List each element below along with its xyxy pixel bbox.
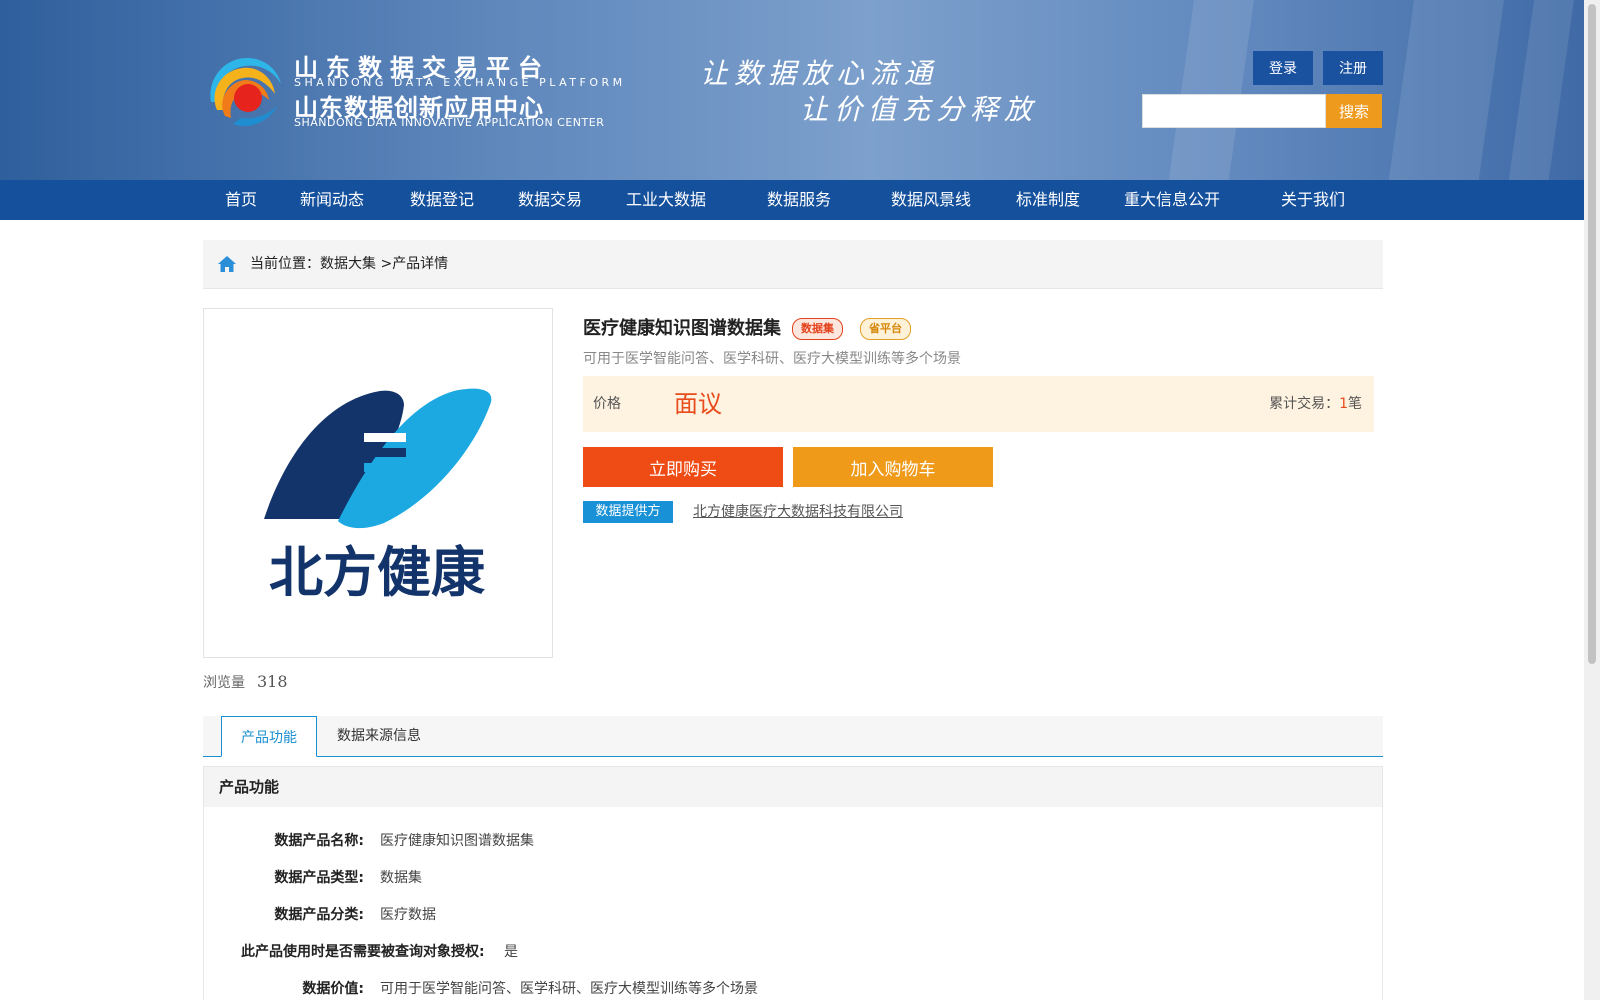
search-button[interactable]: 搜索 xyxy=(1326,94,1382,128)
badge-province-platform: 省平台 xyxy=(860,318,911,340)
provider-logo-icon: 北方健康 xyxy=(264,388,492,604)
product-subtitle: 可用于医学智能问答、医学科研、医疗大模型训练等多个场景 xyxy=(583,351,961,367)
price-box: 价格 面议 累计交易：1笔 xyxy=(583,376,1374,432)
logo-subtitle-en: SHANDONG DATA INNOVATIVE APPLICATION CEN… xyxy=(294,116,605,129)
page: 山东数据交易平台 SHANDONG DATA EXCHANGE PLATFORM… xyxy=(0,0,1584,1000)
header-banner: 山东数据交易平台 SHANDONG DATA EXCHANGE PLATFORM… xyxy=(0,0,1584,180)
info-row-name: 数据产品名称: 医疗健康知识图谱数据集 xyxy=(204,829,1382,853)
page-scrollbar[interactable] xyxy=(1584,0,1600,1000)
platform-logo-icon[interactable] xyxy=(203,50,283,130)
view-count: 浏览量 318 xyxy=(203,672,288,692)
info-row-category: 数据产品分类: 医疗数据 xyxy=(204,903,1382,927)
nav-item-registration[interactable]: 数据登记 xyxy=(410,180,474,220)
trade-count-value: 1 xyxy=(1339,396,1348,412)
info-row-authorization: 此产品使用时是否需要被查询对象授权: 是 xyxy=(204,940,1382,964)
nav-item-trading[interactable]: 数据交易 xyxy=(518,180,582,220)
info-key: 数据产品类型: xyxy=(274,870,364,886)
home-icon xyxy=(218,256,236,272)
tab-data-source[interactable]: 数据来源信息 xyxy=(337,716,421,756)
info-key: 数据价值: xyxy=(302,981,364,997)
trade-count-label: 累计交易： xyxy=(1269,396,1340,412)
nav-item-home[interactable]: 首页 xyxy=(225,180,257,220)
breadcrumb-current: 产品详情 xyxy=(392,256,449,272)
tab-product-function[interactable]: 产品功能 xyxy=(221,716,317,757)
banner-streak xyxy=(1380,0,1510,180)
slogan-line-1: 让数据放心流通 xyxy=(700,57,939,90)
info-value: 医疗数据 xyxy=(380,907,436,923)
view-count-value: 318 xyxy=(257,672,288,691)
slogan-line-2: 让价值充分释放 xyxy=(800,93,1039,126)
product-function-panel: 产品功能 数据产品名称: 医疗健康知识图谱数据集 数据产品类型: 数据集 数据产… xyxy=(203,766,1383,1000)
product-image: 北方健康 xyxy=(203,308,553,658)
search-input[interactable] xyxy=(1142,94,1326,128)
add-to-cart-button[interactable]: 加入购物车 xyxy=(793,447,993,487)
breadcrumb: 当前位置：数据大集 >产品详情 xyxy=(203,240,1383,289)
nav-item-industrial-data[interactable]: 工业大数据 xyxy=(626,180,706,220)
info-value: 是 xyxy=(504,944,518,960)
login-button[interactable]: 登录 xyxy=(1253,51,1313,85)
badge-dataset: 数据集 xyxy=(792,318,843,340)
nav-item-news[interactable]: 新闻动态 xyxy=(300,180,364,220)
nav-item-data-service[interactable]: 数据服务 xyxy=(767,180,831,220)
info-key: 此产品使用时是否需要被查询对象授权: xyxy=(241,944,485,960)
nav-item-data-scenery[interactable]: 数据风景线 xyxy=(891,180,971,220)
product-title: 医疗健康知识图谱数据集 xyxy=(583,318,781,339)
panel-header: 产品功能 xyxy=(204,767,1382,807)
nav-item-disclosure[interactable]: 重大信息公开 xyxy=(1124,180,1220,220)
price-label: 价格 xyxy=(593,396,621,412)
info-value: 可用于医学智能问答、医学科研、医疗大模型训练等多个场景 xyxy=(380,981,758,997)
breadcrumb-prefix: 当前位置： xyxy=(250,256,320,272)
info-row-value: 数据价值: 可用于医学智能问答、医学科研、医疗大模型训练等多个场景 xyxy=(204,977,1382,1000)
trade-count-unit: 笔 xyxy=(1348,396,1362,412)
register-button[interactable]: 注册 xyxy=(1323,51,1383,85)
price-value: 面议 xyxy=(674,390,722,418)
info-key: 数据产品分类: xyxy=(274,907,364,923)
info-row-type: 数据产品类型: 数据集 xyxy=(204,866,1382,890)
info-value: 数据集 xyxy=(380,870,422,886)
breadcrumb-separator: > xyxy=(380,256,393,272)
breadcrumb-text: 当前位置：数据大集 >产品详情 xyxy=(250,240,448,288)
breadcrumb-link-data-market[interactable]: 数据大集 xyxy=(320,256,376,272)
detail-tabs: 产品功能 数据来源信息 xyxy=(203,716,1383,757)
info-key: 数据产品名称: xyxy=(274,833,364,849)
banner-streak xyxy=(1160,0,1260,180)
view-count-label: 浏览量 xyxy=(203,675,245,691)
nav-item-standards[interactable]: 标准制度 xyxy=(1016,180,1080,220)
nav-item-about[interactable]: 关于我们 xyxy=(1281,180,1345,220)
buy-now-button[interactable]: 立即购买 xyxy=(583,447,783,487)
provider-link[interactable]: 北方健康医疗大数据科技有限公司 xyxy=(693,501,903,523)
main-nav: 首页 新闻动态 数据登记 数据交易 工业大数据 数据服务 数据风景线 标准制度 … xyxy=(0,180,1584,220)
scrollbar-thumb[interactable] xyxy=(1588,4,1596,664)
banner-streak xyxy=(1500,0,1580,180)
panel-title: 产品功能 xyxy=(219,778,280,796)
info-value: 医疗健康知识图谱数据集 xyxy=(380,833,534,849)
provider-logo-text: 北方健康 xyxy=(269,541,485,604)
trade-count: 累计交易：1笔 xyxy=(1269,376,1362,432)
provider-tag: 数据提供方 xyxy=(583,501,673,523)
